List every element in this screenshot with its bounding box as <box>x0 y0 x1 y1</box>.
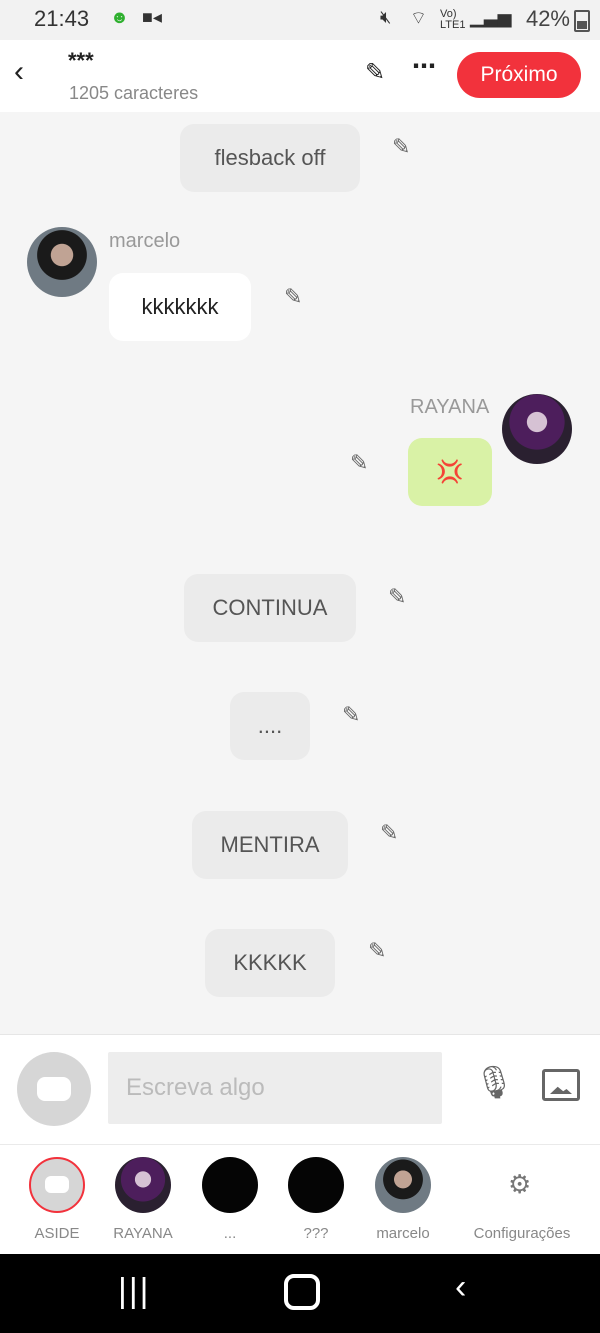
home-icon[interactable] <box>284 1274 320 1310</box>
page-title: *** <box>68 48 94 73</box>
message-bubble[interactable]: KKKKK <box>205 929 335 997</box>
aside-toggle-button[interactable] <box>17 1052 91 1126</box>
message-bubble[interactable]: .... <box>230 692 310 760</box>
aside-icon <box>37 1077 71 1101</box>
message-bubble[interactable]: MENTIRA <box>192 811 348 879</box>
avatar-rayana <box>115 1157 171 1213</box>
battery-percent: 42% <box>525 6 570 31</box>
sender-name: RAYANA <box>410 396 490 418</box>
avatar <box>288 1157 344 1213</box>
next-button[interactable]: Próximo <box>457 52 581 98</box>
message-input[interactable] <box>108 1052 442 1124</box>
chat-area: flesback off ✎ marcelo kkkkkkk ✎ RAYANA … <box>0 112 600 1034</box>
avatar-marcelo[interactable] <box>27 227 97 297</box>
system-nav-bar: ||| ‹ <box>0 1254 600 1333</box>
tab-label: ??? <box>303 1225 329 1242</box>
tab-label: Configurações <box>473 1225 571 1242</box>
tab-label: ... <box>223 1225 237 1242</box>
message-composer: 🎙︎ <box>0 1034 600 1145</box>
image-icon[interactable] <box>542 1069 580 1101</box>
sender-name: marcelo <box>109 230 181 252</box>
message-bubble[interactable]: flesback off <box>180 124 360 192</box>
edit-message-icon[interactable]: ✎ <box>368 938 386 964</box>
volte-icon: Vo) LTE1 <box>440 8 466 31</box>
more-options-icon[interactable]: ⋯ <box>412 52 436 81</box>
edit-message-icon[interactable]: ✎ <box>342 702 360 728</box>
tab-label: marcelo <box>376 1225 430 1242</box>
character-count: 1205 caracteres <box>69 83 199 103</box>
tab-label: RAYANA <box>113 1225 173 1242</box>
wifi-icon: ⌔ <box>410 8 427 28</box>
android-face-icon: ☻ <box>110 7 129 27</box>
message-bubble[interactable]: 💢 <box>408 438 492 506</box>
status-bar: 21:43 ☻ ■◂ 🔇︎ ⌔ Vo) LTE1 ▁▃▅ 42% <box>0 0 600 40</box>
tab-unknown[interactable]: ??? <box>273 1157 359 1242</box>
edit-message-icon[interactable]: ✎ <box>284 284 302 310</box>
tab-label: ASIDE <box>34 1225 80 1242</box>
avatar <box>202 1157 258 1213</box>
signal-icon: ▁▃▅ <box>470 7 512 27</box>
avatar-marcelo <box>375 1157 431 1213</box>
recent-apps-icon[interactable]: ||| <box>118 1272 151 1311</box>
aside-icon <box>29 1157 85 1213</box>
mute-icon: 🔇︎ <box>380 7 392 27</box>
tab-aside[interactable]: ASIDE <box>14 1157 100 1242</box>
message-bubble[interactable]: kkkkkkk <box>109 273 251 341</box>
edit-pen-icon[interactable]: ✎ <box>365 58 385 87</box>
back-icon[interactable]: ‹ <box>14 55 24 89</box>
edit-message-icon[interactable]: ✎ <box>392 134 410 160</box>
avatar-rayana[interactable] <box>502 394 572 464</box>
character-tab-bar: ASIDE RAYANA ... ??? marcelo ⚙ Configura… <box>0 1144 600 1255</box>
back-nav-icon[interactable]: ‹ <box>455 1268 466 1307</box>
tab-rayana[interactable]: RAYANA <box>100 1157 186 1242</box>
app-header: ‹ *** 1205 caracteres ✎ ⋯ Próximo <box>0 40 600 112</box>
message-bubble[interactable]: CONTINUA <box>184 574 356 642</box>
microphone-icon[interactable]: 🎙︎ <box>474 1063 515 1101</box>
edit-message-icon[interactable]: ✎ <box>380 820 398 846</box>
status-time: 21:43 <box>34 6 90 31</box>
edit-message-icon[interactable]: ✎ <box>350 450 368 476</box>
tab-settings[interactable]: ⚙ Configurações <box>470 1157 574 1242</box>
user-settings-icon: ⚙ <box>494 1157 550 1213</box>
battery-icon <box>574 10 590 32</box>
video-call-icon: ■◂ <box>142 7 162 27</box>
edit-message-icon[interactable]: ✎ <box>388 584 406 610</box>
tab-marcelo[interactable]: marcelo <box>360 1157 446 1242</box>
tab-ellipsis[interactable]: ... <box>187 1157 273 1242</box>
